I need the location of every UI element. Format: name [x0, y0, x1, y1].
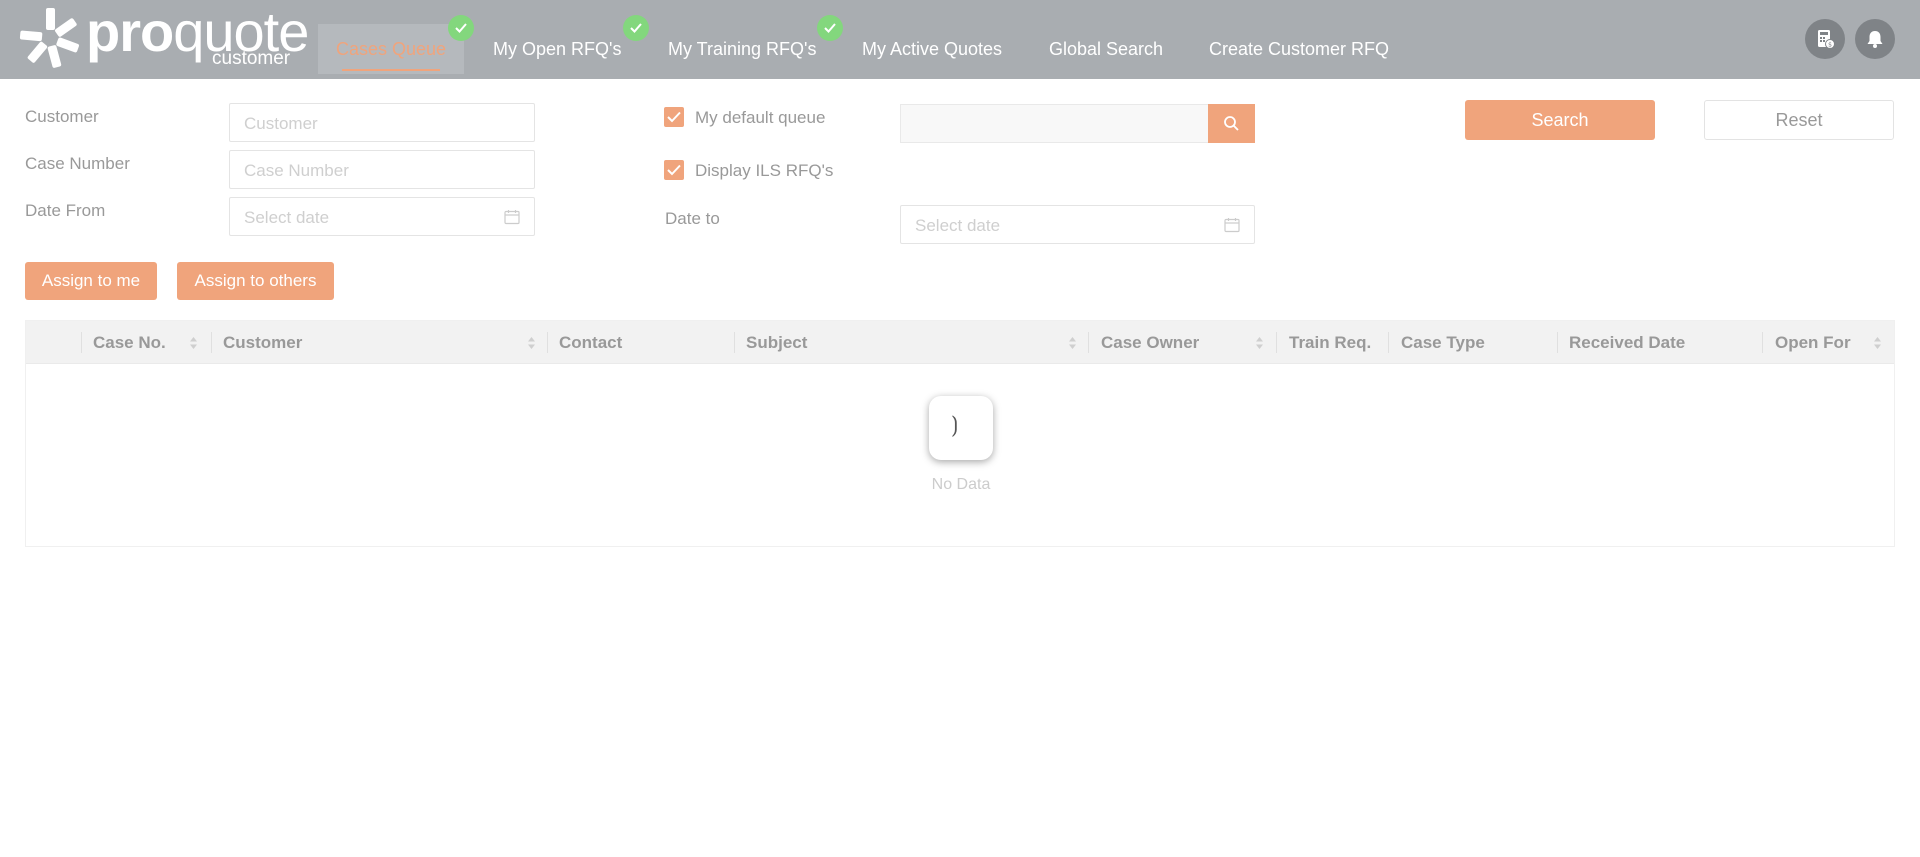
column-header-customer[interactable]: Customer: [223, 321, 302, 364]
queue-search-button[interactable]: [1208, 104, 1255, 143]
tab-label: Cases Queue: [336, 39, 447, 59]
logo-subtitle: customer: [212, 48, 291, 69]
sort-icon[interactable]: [189, 336, 198, 350]
sort-icon[interactable]: [527, 336, 536, 350]
spinner-icon: ⟯: [951, 412, 959, 437]
column-header-train-req: Train Req.: [1289, 333, 1372, 352]
calculator-icon: $: [1818, 30, 1835, 49]
customer-input[interactable]: Customer: [229, 103, 535, 142]
calendar-icon: [1224, 218, 1240, 233]
table-header: Case No. Customer Contact Subject Case O…: [26, 321, 1894, 364]
cases-table: Case No. Customer Contact Subject Case O…: [25, 320, 1895, 547]
checkmark-icon: [667, 111, 681, 123]
search-icon: [1224, 116, 1239, 131]
my-default-queue-label: My default queue: [695, 108, 826, 127]
logo-word-bold: pro: [86, 0, 174, 63]
column-divider: [1388, 332, 1389, 353]
check-badge-icon: [817, 15, 843, 41]
date-from-picker[interactable]: Select date: [229, 197, 535, 236]
logo-burst-icon: [19, 8, 79, 68]
active-tab-underline: [342, 69, 441, 71]
tab-my-training-rfqs[interactable]: My Training RFQ's: [668, 24, 816, 74]
tab-my-open-rfqs[interactable]: My Open RFQ's: [493, 24, 621, 74]
column-divider: [1276, 332, 1277, 353]
empty-state-text: No Data: [931, 476, 991, 493]
tab-label: Global Search: [1049, 39, 1164, 59]
column-divider: [1762, 332, 1763, 353]
tab-label: My Training RFQ's: [668, 39, 817, 59]
search-button[interactable]: Search: [1465, 100, 1655, 140]
column-divider: [547, 332, 548, 353]
queue-search-input[interactable]: [900, 104, 1255, 143]
display-ils-label: Display ILS RFQ's: [695, 161, 834, 180]
my-default-queue-checkbox[interactable]: [664, 107, 684, 127]
tab-create-customer-rfq[interactable]: Create Customer RFQ: [1209, 24, 1389, 74]
assign-to-me-button[interactable]: Assign to me: [25, 262, 157, 300]
proquote-logo[interactable]: proquote customer: [18, 2, 309, 70]
column-header-received-date: Received Date: [1569, 333, 1686, 352]
checkmark-icon: [667, 164, 681, 176]
column-header-open-for[interactable]: Open For: [1775, 321, 1851, 364]
column-divider: [1557, 332, 1558, 353]
tab-label: My Active Quotes: [862, 39, 1003, 59]
column-divider: [211, 332, 212, 353]
loading-spinner: ⟯: [929, 396, 993, 460]
check-badge-icon: [448, 15, 474, 41]
date-from-placeholder: Select date: [244, 208, 330, 227]
bell-icon: [1867, 31, 1883, 48]
case-number-input[interactable]: Case Number: [229, 150, 535, 189]
tab-global-search[interactable]: Global Search: [1049, 24, 1163, 74]
column-header-subject[interactable]: Subject: [746, 321, 807, 364]
check-badge-icon: [623, 15, 649, 41]
tab-cases-queue[interactable]: Cases Queue: [318, 24, 465, 74]
tab-label: My Open RFQ's: [493, 39, 622, 59]
case-number-label: Case Number: [25, 154, 130, 173]
sort-icon[interactable]: [1255, 336, 1264, 350]
reset-button[interactable]: Reset: [1704, 100, 1894, 140]
column-header-case-type: Case Type: [1401, 333, 1485, 352]
date-from-label: Date From: [25, 201, 106, 220]
column-header-contact: Contact: [559, 333, 623, 352]
date-to-picker[interactable]: Select date: [900, 205, 1255, 244]
column-divider: [81, 332, 82, 353]
sort-icon[interactable]: [1068, 336, 1077, 350]
calendar-icon: [504, 210, 520, 225]
tab-label: Create Customer RFQ: [1209, 39, 1390, 59]
svg-text:$: $: [1828, 42, 1832, 49]
assign-to-others-button[interactable]: Assign to others: [177, 262, 334, 300]
customer-label: Customer: [25, 107, 99, 126]
display-ils-checkbox[interactable]: [664, 160, 684, 180]
column-divider: [1088, 332, 1089, 353]
sort-icon[interactable]: [1873, 336, 1882, 350]
date-to-label: Date to: [665, 209, 720, 228]
case-number-placeholder: Case Number: [244, 161, 349, 180]
top-nav-bar: proquote customer Cases Queue My Open RF…: [0, 0, 1920, 79]
date-to-placeholder: Select date: [915, 216, 1001, 235]
notifications-button[interactable]: [1855, 19, 1895, 59]
column-header-case-owner[interactable]: Case Owner: [1101, 321, 1199, 364]
tab-my-active-quotes[interactable]: My Active Quotes: [862, 24, 1002, 74]
column-header-case-no[interactable]: Case No.: [93, 321, 166, 364]
column-divider: [734, 332, 735, 353]
customer-placeholder: Customer: [244, 114, 318, 133]
calculator-button[interactable]: $: [1805, 19, 1845, 59]
